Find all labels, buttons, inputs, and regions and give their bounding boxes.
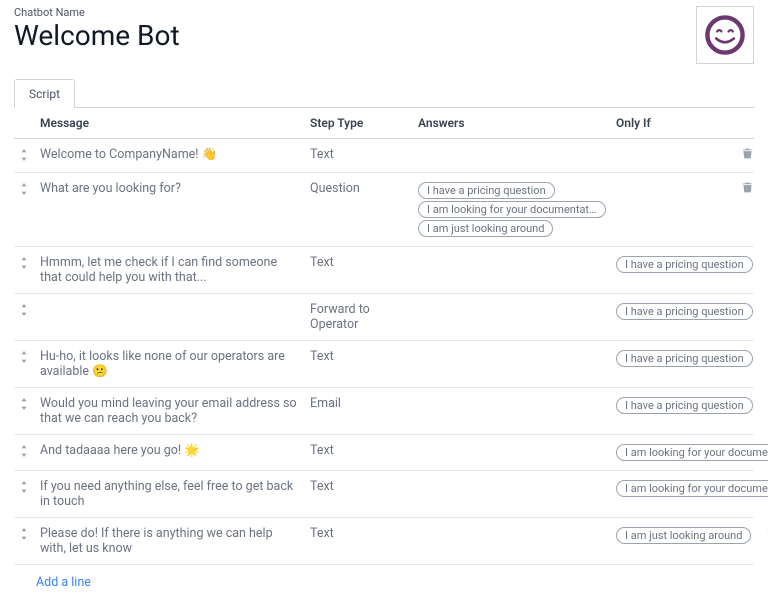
only-if-cell[interactable]: I am looking for your documentati...	[610, 471, 768, 506]
message-cell[interactable]: And tadaaaa here you go! 🌟	[34, 435, 304, 466]
step-type-cell[interactable]: Email	[304, 388, 412, 419]
message-cell[interactable]: Welcome to CompanyName! 👋	[34, 139, 304, 170]
answers-cell[interactable]: I have a pricing question I am looking fo…	[412, 173, 614, 246]
table-row[interactable]: Welcome to CompanyName! 👋Text	[14, 139, 754, 173]
answers-cell[interactable]	[412, 294, 610, 310]
script-table: Message Step Type Answers Only If Welcom…	[14, 108, 754, 600]
table-row[interactable]: Would you mind leaving your email addres…	[14, 388, 754, 435]
answers-cell[interactable]	[412, 247, 610, 263]
message-cell[interactable]: What are you looking for?	[34, 173, 304, 204]
condition-pill[interactable]: I have a pricing question	[616, 256, 753, 273]
page-title: Welcome Bot	[14, 19, 180, 52]
answers-cell[interactable]	[412, 471, 610, 487]
step-type-cell[interactable]: Text	[304, 341, 412, 372]
step-type-cell[interactable]: Text	[304, 435, 412, 466]
trash-icon[interactable]	[741, 183, 754, 198]
drag-handle-icon[interactable]	[14, 471, 34, 493]
condition-pill[interactable]: I have a pricing question	[616, 397, 753, 414]
step-type-cell[interactable]: Question	[304, 173, 412, 204]
avatar[interactable]	[696, 6, 754, 64]
table-row[interactable]: And tadaaaa here you go! 🌟TextI am looki…	[14, 435, 754, 471]
answers-cell[interactable]	[412, 139, 610, 155]
answer-pill[interactable]: I am looking for your documentati...	[418, 201, 606, 218]
answers-cell[interactable]	[412, 518, 610, 534]
answers-cell[interactable]	[412, 388, 610, 404]
table-row[interactable]: Hmmm, let me check if I can find someone…	[14, 247, 754, 294]
column-header-only-if: Only If	[610, 108, 734, 138]
drag-handle-icon[interactable]	[14, 341, 34, 363]
table-row[interactable]: Forward to Operator I have a pricing ques…	[14, 294, 754, 341]
table-row[interactable]: If you need anything else, feel free to …	[14, 471, 754, 518]
only-if-cell[interactable]	[610, 139, 734, 155]
answers-cell[interactable]	[412, 341, 610, 357]
only-if-cell[interactable]: I have a pricing question	[610, 294, 761, 329]
chatbot-name-label: Chatbot Name	[14, 6, 180, 19]
message-cell[interactable]	[34, 294, 304, 310]
condition-pill[interactable]: I am just looking around	[616, 527, 751, 544]
step-type-cell[interactable]: Text	[304, 247, 412, 278]
drag-handle-icon[interactable]	[14, 518, 34, 540]
table-row[interactable]: What are you looking for?QuestionI have …	[14, 173, 754, 247]
column-header-step-type: Step Type	[304, 108, 412, 138]
drag-handle-icon[interactable]	[14, 173, 34, 195]
add-line-button[interactable]: Add a line	[14, 565, 754, 600]
condition-pill[interactable]: I am looking for your documentati...	[616, 480, 768, 497]
trash-icon[interactable]	[741, 149, 754, 164]
table-row[interactable]: Hu-ho, it looks like none of our operato…	[14, 341, 754, 388]
condition-pill[interactable]: I have a pricing question	[616, 350, 753, 367]
only-if-cell[interactable]: I have a pricing question	[610, 341, 761, 376]
column-header-answers: Answers	[412, 108, 610, 138]
only-if-cell[interactable]: I have a pricing question	[610, 247, 761, 282]
table-row[interactable]: Please do! If there is anything we can h…	[14, 518, 754, 565]
drag-handle-icon[interactable]	[14, 294, 34, 316]
message-cell[interactable]: If you need anything else, feel free to …	[34, 471, 304, 517]
step-type-cell[interactable]: Text	[304, 471, 412, 502]
answer-pill[interactable]: I am just looking around	[418, 220, 553, 237]
answers-cell[interactable]	[412, 435, 610, 451]
drag-handle-icon[interactable]	[14, 388, 34, 410]
answer-pill[interactable]: I have a pricing question	[418, 182, 555, 199]
message-cell[interactable]: Please do! If there is anything we can h…	[34, 518, 304, 564]
column-header-message: Message	[34, 108, 304, 138]
message-cell[interactable]: Would you mind leaving your email addres…	[34, 388, 304, 434]
only-if-cell[interactable]: I am just looking around	[610, 518, 759, 553]
tab-script[interactable]: Script	[14, 79, 75, 108]
condition-pill[interactable]: I am looking for your documentati...	[616, 444, 768, 461]
drag-handle-icon[interactable]	[14, 139, 34, 161]
only-if-cell[interactable]: I am looking for your documentati...	[610, 435, 768, 470]
drag-handle-icon[interactable]	[14, 435, 34, 457]
only-if-cell[interactable]	[614, 173, 734, 189]
only-if-cell[interactable]: I have a pricing question	[610, 388, 761, 423]
message-cell[interactable]: Hmmm, let me check if I can find someone…	[34, 247, 304, 293]
step-type-cell[interactable]: Forward to Operator	[304, 294, 412, 340]
step-type-cell[interactable]: Text	[304, 518, 412, 549]
message-cell[interactable]: Hu-ho, it looks like none of our operato…	[34, 341, 304, 387]
drag-handle-icon[interactable]	[14, 247, 34, 269]
condition-pill[interactable]: I have a pricing question	[616, 303, 753, 320]
step-type-cell[interactable]: Text	[304, 139, 412, 170]
smiley-icon	[703, 13, 747, 57]
